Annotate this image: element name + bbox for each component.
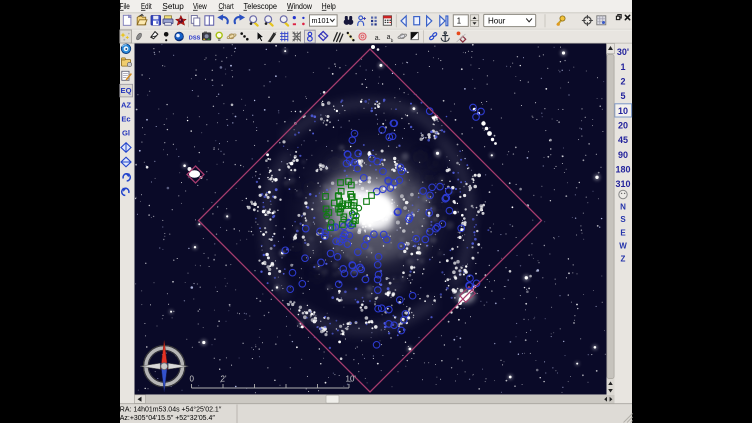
svg-text:AZ: AZ <box>121 100 131 109</box>
svg-text:Telescope: Telescope <box>244 1 278 11</box>
svg-text:Window: Window <box>287 1 313 11</box>
svg-text:a.: a. <box>375 35 381 42</box>
svg-text:Setup: Setup <box>162 1 184 11</box>
svg-text:Az:+305°04'15.5″ +52°32'05.4″: Az:+305°04'15.5″ +52°32'05.4″ <box>120 413 215 422</box>
svg-text:Gl: Gl <box>122 128 130 137</box>
svg-text:Chart: Chart <box>219 1 235 11</box>
svg-text:30': 30' <box>617 47 629 57</box>
svg-text:RA: 14h01m53.04s +54°25'02.1″: RA: 14h01m53.04s +54°25'02.1″ <box>120 404 222 413</box>
svg-text:Ec: Ec <box>121 114 130 123</box>
svg-text:N: N <box>620 203 626 212</box>
svg-text:20: 20 <box>618 121 628 131</box>
svg-text:310: 310 <box>615 179 630 189</box>
svg-text:1: 1 <box>457 16 461 25</box>
svg-text:5: 5 <box>620 91 625 101</box>
svg-text:45: 45 <box>618 135 628 145</box>
svg-text:E: E <box>620 229 626 238</box>
svg-text:0: 0 <box>190 375 195 384</box>
svg-text:Help: Help <box>322 1 336 11</box>
svg-text:S: S <box>620 215 626 224</box>
svg-text:2': 2' <box>221 375 227 384</box>
svg-text:10': 10' <box>346 375 357 384</box>
svg-text:Edit: Edit <box>141 1 152 11</box>
svg-text:180: 180 <box>615 165 630 175</box>
svg-text:10: 10 <box>618 106 628 116</box>
svg-text:DSS: DSS <box>189 35 201 41</box>
svg-text:m101: m101 <box>312 16 330 25</box>
svg-text:Hour: Hour <box>488 16 506 25</box>
svg-text:EQ: EQ <box>121 86 132 95</box>
svg-text:File: File <box>120 1 130 11</box>
svg-text:View: View <box>193 1 207 11</box>
svg-text:Z: Z <box>621 255 626 264</box>
svg-text:2: 2 <box>620 77 625 87</box>
svg-text:b: b <box>391 38 394 43</box>
svg-text:1: 1 <box>620 62 625 72</box>
svg-text:W: W <box>619 242 627 251</box>
svg-text:90: 90 <box>618 150 628 160</box>
